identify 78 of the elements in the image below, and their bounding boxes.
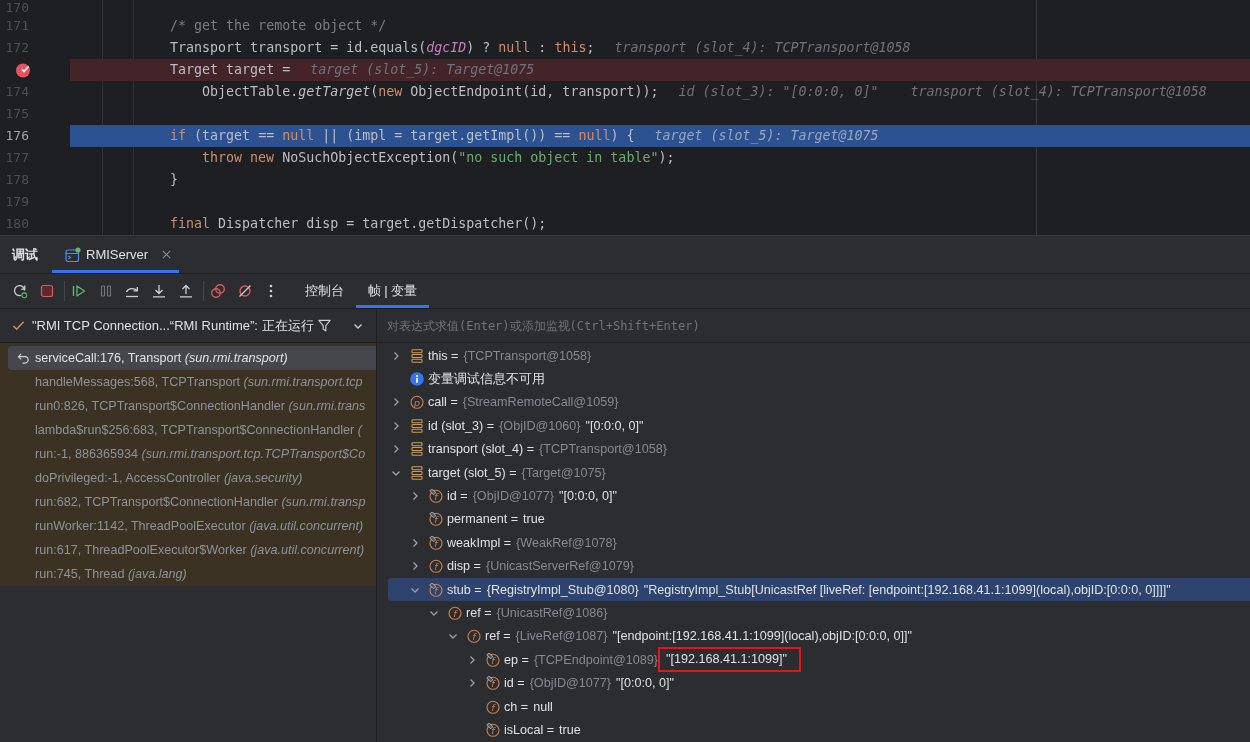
tool-window-title: 调试: [12, 245, 38, 264]
inline-value-hint: id (slot_3): "[0:0:0, 0]": [678, 83, 879, 102]
stacked-bars-icon: [410, 465, 424, 480]
highlighted-value: "[192.168.41.1:1099]": [658, 647, 801, 673]
variable-row[interactable]: f id = {ObjID@1077} "[0:0:0, 0]": [465, 671, 674, 695]
code-line: Transport transport = id.equals(dgcID) ? null : this;: [170, 39, 595, 57]
variable-row[interactable]: f stub = {RegistryImpl_Stub@1080} "RegistryImpl_Stub[UnicastRef [liveRef: [endpoint:[192.168.41.1:1099](local),objID:[0:0:0, 0]]]]": [388, 577, 1250, 602]
resume-icon[interactable]: [71, 283, 88, 299]
inline-value-hint: target (slot_5): Target@1075: [310, 61, 535, 80]
breakpoints-icon[interactable]: [210, 283, 227, 299]
code-line: }: [170, 171, 179, 189]
circled-letter-icon: f: [467, 629, 481, 644]
restart-icon[interactable]: [12, 283, 28, 299]
variable-row[interactable]: p call = {StreamRemoteCall@1059}: [389, 390, 619, 415]
variable-row[interactable]: f disp = {UnicastServerRef@1079}: [408, 554, 634, 578]
variable-row[interactable]: f weakImpl = {WeakRef@1078}: [408, 531, 617, 555]
check-icon: [12, 319, 25, 332]
return-arrow-icon: [17, 351, 30, 365]
breakpoint-icon[interactable]: [15, 62, 31, 78]
step-out-icon[interactable]: [177, 283, 194, 299]
line-number: 176: [5, 127, 29, 145]
info-icon: [410, 372, 424, 387]
stack-frame[interactable]: doPrivileged:-1, AccessController (java.security): [35, 466, 303, 490]
code-line: throw new NoSuchObjectException("no such object in table");: [202, 149, 675, 167]
variable-row[interactable]: f ch = null: [465, 694, 553, 719]
circled-letter-icon: f: [429, 489, 443, 504]
variable-row[interactable]: transport (slot_4) = {TCPTransport@1058}: [389, 437, 667, 461]
stack-frame[interactable]: run:617, ThreadPoolExecutor$Worker (java.util.concurrent): [35, 538, 365, 562]
circled-letter-icon: f: [429, 535, 443, 550]
stack-frame[interactable]: run0:826, TCPTransport$ConnectionHandler (sun.rmi.trans: [35, 394, 366, 418]
code-line: if (target == null || (impl = target.getImpl()) == null) {: [170, 127, 635, 146]
stacked-bars-icon: [410, 418, 424, 433]
mute-breakpoints-icon[interactable]: [236, 283, 253, 299]
stack-frame[interactable]: run:682, TCPTransport$ConnectionHandler (sun.rmi.transp: [35, 490, 366, 514]
variable-row[interactable]: f ref = {UnicastRef@1086}: [427, 601, 608, 625]
variable-row[interactable]: f id = {ObjID@1077} "[0:0:0, 0]": [408, 484, 617, 508]
circled-letter-icon: f: [429, 582, 443, 597]
inline-value-hint: transport (slot_4): TCPTransport@1058: [614, 39, 911, 58]
circled-letter-icon: f: [486, 676, 500, 691]
close-icon[interactable]: [161, 249, 173, 260]
code-line: Target target =: [170, 61, 291, 79]
circled-letter-icon: f: [448, 606, 462, 620]
view-tab[interactable]: 帧 | 变量: [355, 274, 430, 308]
circled-letter-icon: p: [410, 395, 424, 410]
stop-icon[interactable]: [38, 283, 55, 299]
code-line: ObjectTable.getTarget(new ObjectEndpoint(id, transport));: [202, 83, 659, 101]
variable-row[interactable]: target (slot_5) = {Target@1075}: [389, 460, 606, 485]
stack-frame[interactable]: lambda$run$256:683, TCPTransport$ConnectionHandler (: [35, 418, 362, 442]
filter-icon[interactable]: [317, 318, 332, 333]
view-tab[interactable]: 控制台: [292, 274, 356, 308]
stack-frame[interactable]: runWorker:1142, ThreadPoolExecutor (java.util.concurrent): [35, 514, 364, 538]
circled-letter-icon: f: [486, 699, 500, 714]
stacked-bars-icon: [410, 348, 424, 363]
app-window-icon: [65, 246, 81, 263]
variable-row[interactable]: f ep = {TCPEndpoint@1089} "[192.168.41.1:1099]": [465, 648, 801, 672]
code-line: /* get the remote object */: [170, 17, 387, 35]
circled-letter-icon: f: [486, 652, 500, 667]
circled-letter-icon: f: [429, 559, 443, 574]
stack-frame[interactable]: handleMessages:568, TCPTransport (sun.rmi.transport.tcp: [35, 370, 363, 394]
variable-row[interactable]: f isLocal = true: [465, 718, 581, 742]
stack-frame[interactable]: serviceCall:176, Transport (sun.rmi.transport): [8, 346, 376, 370]
stacked-bars-icon: [410, 442, 424, 457]
inline-value-hint: transport (slot_4): TCPTransport@1058: [910, 83, 1207, 102]
stack-frame[interactable]: run:745, Thread (java.lang): [35, 562, 187, 586]
evaluate-expression-field[interactable]: 对表达式求值(Enter)或添加监视(Ctrl+Shift+Enter): [377, 309, 1250, 343]
stack-frame[interactable]: run:-1, 886365934 (sun.rmi.transport.tcp.TCPTransport$Co: [35, 442, 366, 466]
variable-row[interactable]: f permanent = true: [408, 507, 545, 532]
circled-letter-icon: f: [486, 722, 500, 737]
inline-value-hint: target (slot_5): Target@1075: [654, 127, 879, 146]
step-into-icon[interactable]: [150, 283, 167, 299]
code-line: final Dispatcher disp = target.getDispatcher();: [170, 215, 547, 233]
variable-row[interactable]: 变量调试信息不可用: [389, 367, 545, 391]
variable-row[interactable]: id (slot_3) = {ObjID@1060} "[0:0:0, 0]": [389, 414, 644, 438]
variable-row[interactable]: f ref = {LiveRef@1087} "[endpoint:[192.168.41.1:1099](local),objID:[0:0:0, 0]]": [446, 624, 912, 649]
thread-selector[interactable]: "RMI TCP Connection...“RMI Runtime”: 正在运行: [32, 316, 314, 335]
circled-letter-icon: f: [429, 512, 443, 527]
run-tab[interactable]: RMIServer: [52, 236, 180, 273]
variable-row[interactable]: this = {TCPTransport@1058}: [389, 344, 592, 368]
